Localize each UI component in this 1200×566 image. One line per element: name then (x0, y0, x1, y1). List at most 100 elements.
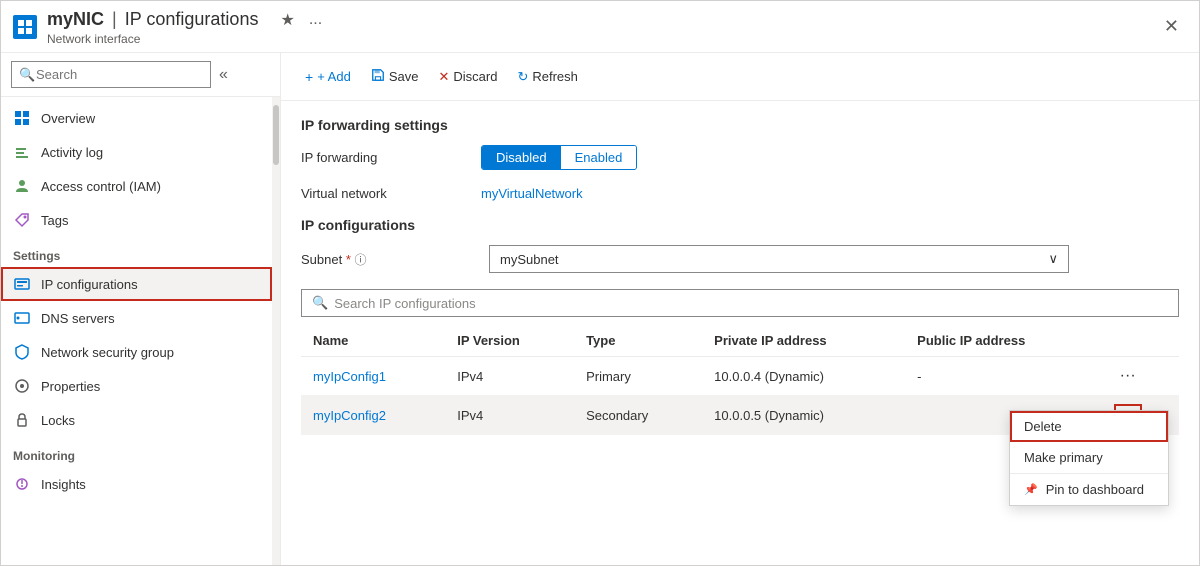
page-title: IP configurations (125, 9, 259, 30)
title-bar: myNIC | IP configurations ★ ... Network … (1, 1, 1199, 53)
row2-private-ip: 10.0.0.5 (Dynamic) (702, 396, 905, 435)
sidebar-item-overview-label: Overview (41, 111, 95, 126)
row1-ip-version: IPv4 (445, 357, 574, 396)
sidebar-item-insights-label: Insights (41, 477, 86, 492)
context-menu-delete[interactable]: Delete (1010, 411, 1168, 442)
save-button[interactable]: Save (363, 63, 427, 90)
toggle-disabled-button[interactable]: Disabled (482, 146, 561, 169)
sidebar-item-iam-label: Access control (IAM) (41, 179, 161, 194)
context-menu-make-primary[interactable]: Make primary (1010, 442, 1168, 473)
ip-search-icon: 🔍 (312, 295, 328, 311)
info-icon[interactable]: ⓘ (355, 253, 367, 267)
sidebar-item-iam[interactable]: Access control (IAM) (1, 169, 272, 203)
sidebar-item-activity-log[interactable]: Activity log (1, 135, 272, 169)
row1-type: Primary (574, 357, 702, 396)
chevron-down-icon: ∨ (1048, 251, 1058, 267)
content-scroll: IP forwarding settings IP forwarding Dis… (281, 101, 1199, 565)
app-window: myNIC | IP configurations ★ ... Network … (0, 0, 1200, 566)
settings-section-header: Settings (1, 237, 272, 267)
sidebar-item-nsg[interactable]: Network security group (1, 335, 272, 369)
toolbar: + + Add Save ✕ Discard ↻ Refresh (281, 53, 1199, 101)
ip-forwarding-label: IP forwarding (301, 150, 481, 165)
sidebar-item-tags[interactable]: Tags (1, 203, 272, 237)
title-separator: | (112, 9, 117, 30)
sidebar-item-properties[interactable]: Properties (1, 369, 272, 403)
sidebar: 🔍 « Overview (1, 53, 281, 565)
sidebar-scroll-area: Overview Activity log Access control (IA… (1, 97, 280, 565)
discard-icon: ✕ (438, 69, 449, 85)
search-area: 🔍 « (1, 53, 280, 97)
ip-search-box: 🔍 Search IP configurations (301, 289, 1179, 317)
dns-icon (13, 309, 31, 327)
required-star: * (346, 252, 351, 267)
search-icon: 🔍 (19, 67, 35, 83)
main-layout: 🔍 « Overview (1, 53, 1199, 565)
ip-configurations-section-title: IP configurations (301, 217, 1179, 233)
sidebar-item-locks[interactable]: Locks (1, 403, 272, 437)
col-ip-version: IP Version (445, 325, 574, 357)
col-actions (1102, 325, 1179, 357)
sidebar-item-insights[interactable]: Insights (1, 467, 272, 501)
tags-icon (13, 211, 31, 229)
sidebar-item-nsg-label: Network security group (41, 345, 174, 360)
sidebar-item-ip-config-label: IP configurations (41, 277, 138, 292)
col-name: Name (301, 325, 445, 357)
properties-icon (13, 377, 31, 395)
sidebar-item-overview[interactable]: Overview (1, 101, 272, 135)
sidebar-item-properties-label: Properties (41, 379, 100, 394)
ip-search-placeholder: Search IP configurations (334, 296, 475, 311)
collapse-button[interactable]: « (217, 64, 230, 86)
row2-type: Secondary (574, 396, 702, 435)
ip-forwarding-toggle: Disabled Enabled (481, 145, 637, 170)
col-type: Type (574, 325, 702, 357)
sidebar-scrollbar[interactable] (272, 97, 280, 565)
row1-actions: ··· (1102, 357, 1179, 396)
col-public-ip: Public IP address (905, 325, 1102, 357)
save-icon (371, 68, 385, 85)
row2-name: myIpConfig2 (301, 396, 445, 435)
row1-public-ip: - (905, 357, 1102, 396)
row2-ip-version: IPv4 (445, 396, 574, 435)
title-actions: ★ ... (276, 8, 326, 32)
subnet-text: Subnet (301, 252, 342, 267)
app-icon (13, 15, 37, 39)
sidebar-item-activity-log-label: Activity log (41, 145, 103, 160)
resource-type: Network interface (47, 32, 326, 46)
favorite-button[interactable]: ★ (276, 8, 298, 32)
title-text: myNIC | IP configurations ★ ... (47, 8, 326, 32)
more-button[interactable]: ... (305, 9, 326, 31)
toggle-enabled-button[interactable]: Enabled (561, 146, 637, 169)
add-label: + Add (317, 69, 351, 84)
resource-name: myNIC (47, 9, 104, 30)
row1-name: myIpConfig1 (301, 357, 445, 396)
refresh-icon: ↻ (517, 69, 528, 85)
close-button[interactable]: ✕ (1156, 12, 1187, 41)
save-label: Save (389, 69, 419, 84)
sidebar-item-ip-configurations[interactable]: IP configurations (1, 267, 272, 301)
sidebar-item-tags-label: Tags (41, 213, 68, 228)
monitoring-section-header: Monitoring (1, 437, 272, 467)
discard-label: Discard (453, 69, 497, 84)
virtual-network-row: Virtual network myVirtualNetwork (301, 186, 1179, 201)
context-menu: Delete Make primary 📌 Pin to dashboard (1009, 410, 1169, 506)
nsg-icon (13, 343, 31, 361)
discard-button[interactable]: ✕ Discard (430, 64, 505, 90)
row1-more-button[interactable]: ··· (1114, 365, 1142, 387)
ip-table-container: Name IP Version Type Private IP address … (301, 325, 1179, 435)
delete-label: Delete (1024, 419, 1062, 434)
search-input[interactable] (11, 61, 211, 88)
context-menu-pin[interactable]: 📌 Pin to dashboard (1010, 474, 1168, 505)
virtual-network-link[interactable]: myVirtualNetwork (481, 186, 583, 201)
refresh-label: Refresh (532, 69, 578, 84)
overview-icon (13, 109, 31, 127)
make-primary-label: Make primary (1024, 450, 1103, 465)
sidebar-scrollbar-thumb (273, 105, 279, 165)
locks-icon (13, 411, 31, 429)
pin-label: Pin to dashboard (1046, 482, 1144, 497)
refresh-button[interactable]: ↻ Refresh (509, 64, 585, 90)
subnet-dropdown[interactable]: mySubnet ∨ (489, 245, 1069, 273)
sidebar-item-dns-servers[interactable]: DNS servers (1, 301, 272, 335)
iam-icon (13, 177, 31, 195)
add-button[interactable]: + + Add (297, 64, 359, 90)
ip-forwarding-row: IP forwarding Disabled Enabled (301, 145, 1179, 170)
